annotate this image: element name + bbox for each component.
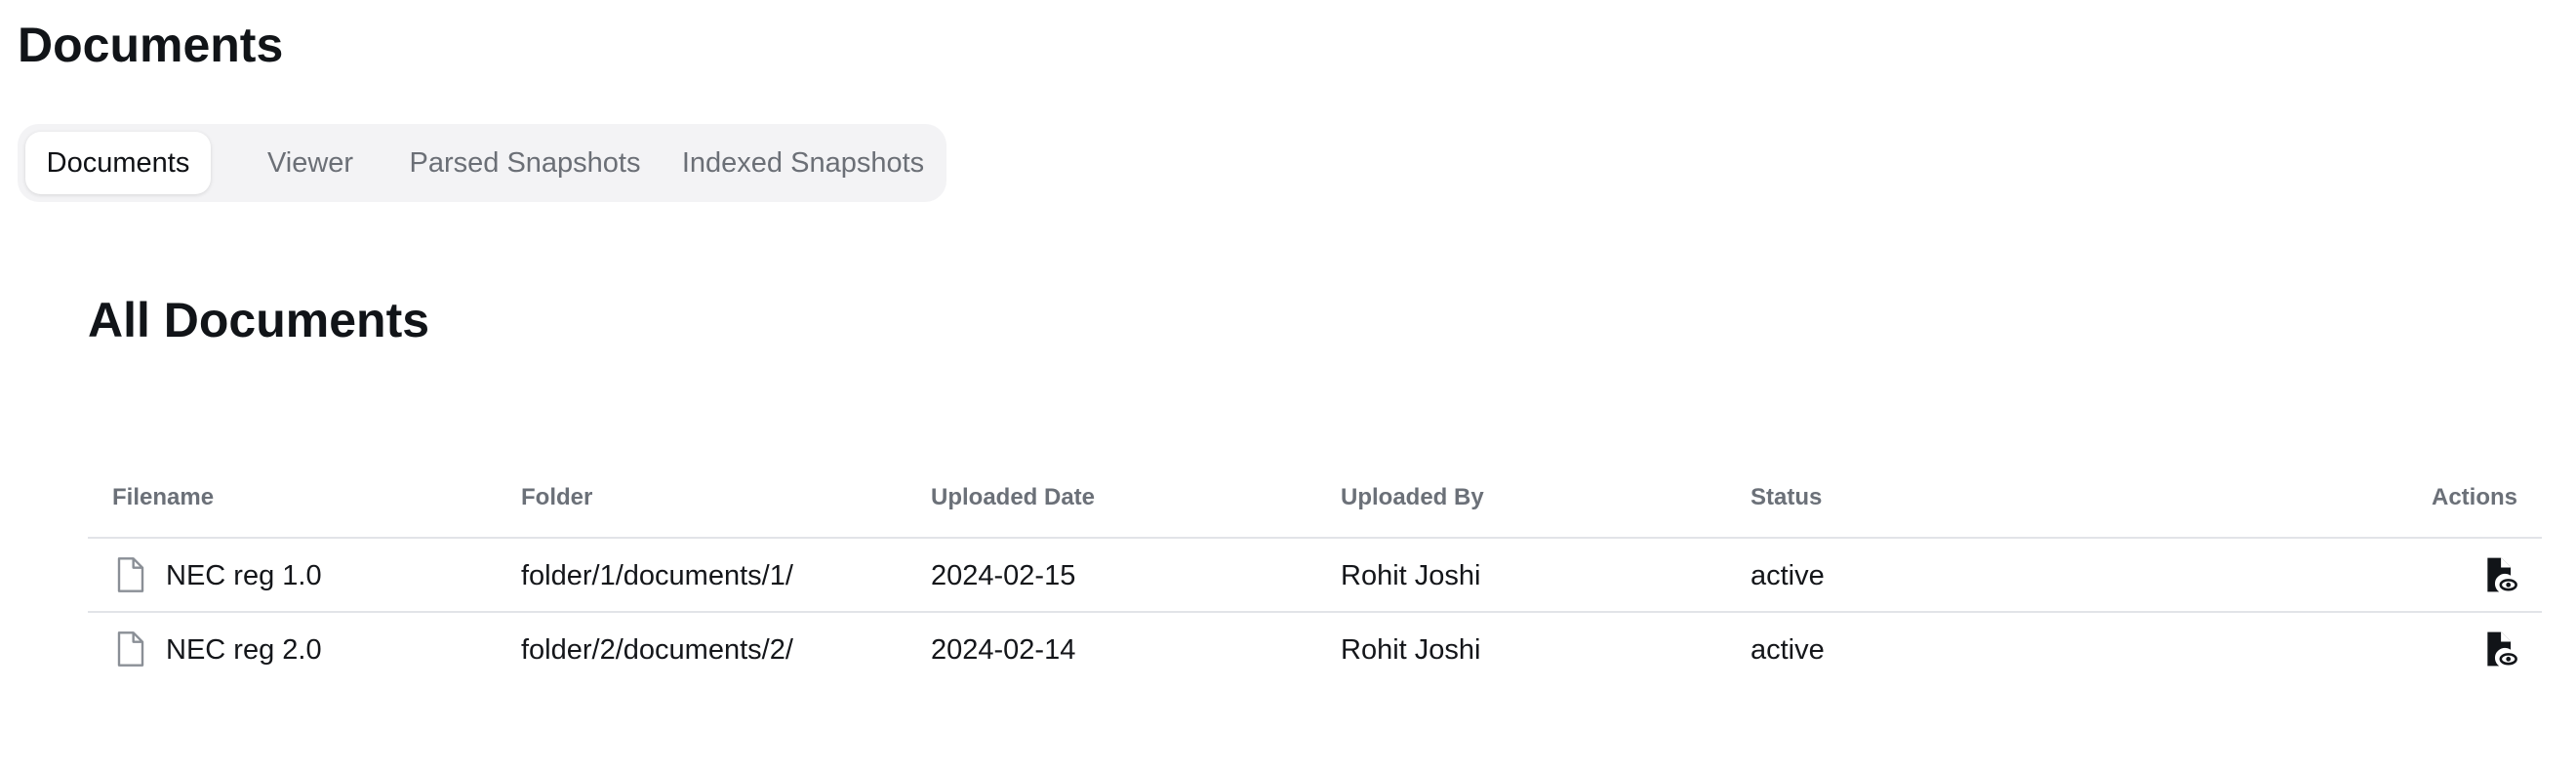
filename-cell[interactable]: NEC reg 2.0 [166, 634, 322, 667]
filename-cell[interactable]: NEC reg 1.0 [166, 560, 322, 592]
documents-table: Filename Folder Uploaded Date Uploaded B… [88, 468, 2542, 685]
header-filename[interactable]: Filename [112, 484, 214, 511]
header-uploaded-date[interactable]: Uploaded Date [931, 484, 1095, 511]
file-outline-icon [117, 557, 144, 592]
status-cell: active [1751, 560, 1825, 591]
tab-bar: Documents Viewer Parsed Snapshots Indexe… [18, 124, 946, 202]
uploaded-by-cell: Rohit Joshi [1341, 560, 1481, 591]
uploaded-date-cell: 2024-02-14 [931, 634, 1076, 666]
uploaded-date-cell: 2024-02-15 [931, 560, 1076, 591]
file-outline-icon [117, 631, 144, 667]
status-cell: active [1751, 634, 1825, 666]
file-view-icon[interactable] [2481, 556, 2518, 593]
page-title: Documents [18, 18, 284, 72]
tab-viewer[interactable]: Viewer [232, 132, 388, 194]
table-header-row: Filename Folder Uploaded Date Uploaded B… [88, 468, 2542, 539]
file-view-icon[interactable] [2481, 630, 2518, 668]
documents-page: Documents Documents Viewer Parsed Snapsh… [0, 0, 2576, 771]
section-title: All Documents [88, 293, 430, 347]
table-row[interactable]: NEC reg 2.0 folder/2/documents/2/ 2024-0… [88, 613, 2542, 685]
header-status[interactable]: Status [1751, 484, 1822, 511]
tab-documents[interactable]: Documents [25, 132, 211, 194]
header-folder[interactable]: Folder [521, 484, 592, 511]
header-uploaded-by[interactable]: Uploaded By [1341, 484, 1484, 511]
uploaded-by-cell: Rohit Joshi [1341, 634, 1481, 666]
folder-cell: folder/2/documents/2/ [521, 634, 793, 666]
tab-parsed-snapshots[interactable]: Parsed Snapshots [393, 132, 657, 194]
tab-indexed-snapshots[interactable]: Indexed Snapshots [662, 132, 945, 194]
table-row[interactable]: NEC reg 1.0 folder/1/documents/1/ 2024-0… [88, 539, 2542, 613]
header-actions: Actions [2431, 484, 2517, 510]
folder-cell: folder/1/documents/1/ [521, 560, 793, 591]
